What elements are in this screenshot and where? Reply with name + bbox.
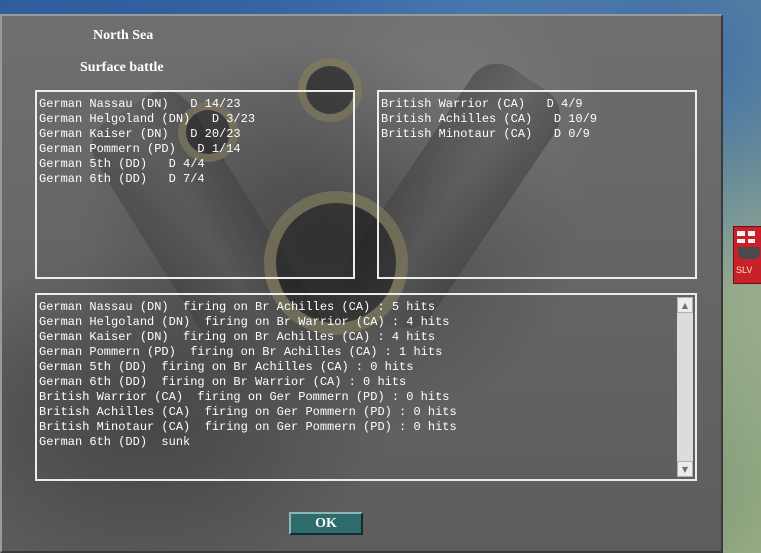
- german-ship-row: German 6th (DD) D 7/4: [39, 172, 205, 186]
- british-ship-row: British Achilles (CA) D 10/9: [381, 112, 598, 126]
- german-ship-row: German Kaiser (DN) D 20/23: [39, 127, 241, 141]
- combat-log-scrollbar[interactable]: ▲ ▼: [677, 297, 693, 477]
- combat-log-line: British Warrior (CA) firing on Ger Pomme…: [39, 390, 450, 404]
- combat-log-line: British Minotaur (CA) firing on Ger Pomm…: [39, 420, 457, 434]
- british-ship-row: British Minotaur (CA) D 0/9: [381, 127, 590, 141]
- german-ship-row: German Helgoland (DN) D 3/23: [39, 112, 256, 126]
- german-ship-row: German Pommern (PD) D 1/14: [39, 142, 241, 156]
- combat-log-list: German Nassau (DN) firing on Br Achilles…: [39, 300, 457, 450]
- combat-log-line: British Achilles (CA) firing on Ger Pomm…: [39, 405, 457, 419]
- region-title: North Sea: [93, 28, 154, 43]
- ship-icon: [738, 247, 760, 259]
- german-ships-panel: German Nassau (DN) D 14/23 German Helgola…: [35, 90, 355, 279]
- german-ship-row: German Nassau (DN) D 14/23: [39, 97, 241, 111]
- combat-log-line: German Helgoland (DN) firing on Br Warri…: [39, 315, 450, 329]
- british-ship-row: British Warrior (CA) D 4/9: [381, 97, 583, 111]
- british-ships-list: British Warrior (CA) D 4/9 British Achill…: [381, 97, 597, 142]
- unit-counter-label: SLV: [736, 265, 753, 275]
- battle-type-title: Surface battle: [80, 60, 164, 75]
- combat-log-panel[interactable]: German Nassau (DN) firing on Br Achilles…: [35, 293, 697, 481]
- ensign-flag-icon: [737, 231, 755, 243]
- unit-counter[interactable]: SLV: [733, 226, 761, 284]
- german-ships-list: German Nassau (DN) D 14/23 German Helgola…: [39, 97, 255, 187]
- combat-log-line: German 6th (DD) firing on Br Warrior (CA…: [39, 375, 407, 389]
- combat-log-line: German Kaiser (DN) firing on Br Achilles…: [39, 330, 436, 344]
- combat-log-line: German Nassau (DN) firing on Br Achilles…: [39, 300, 436, 314]
- combat-log-line: German Pommern (PD) firing on Br Achille…: [39, 345, 443, 359]
- combat-log-line: German 6th (DD) sunk: [39, 435, 191, 449]
- german-ship-row: German 5th (DD) D 4/4: [39, 157, 205, 171]
- triangle-down-icon[interactable]: ▼: [677, 461, 693, 477]
- battle-report-dialog: North Sea Surface battle German Nassau (…: [0, 14, 723, 553]
- combat-log-line: German 5th (DD) firing on Br Achilles (C…: [39, 360, 414, 374]
- triangle-up-icon[interactable]: ▲: [677, 297, 693, 313]
- british-ships-panel: British Warrior (CA) D 4/9 British Achill…: [377, 90, 697, 279]
- ok-button[interactable]: OK: [289, 512, 363, 535]
